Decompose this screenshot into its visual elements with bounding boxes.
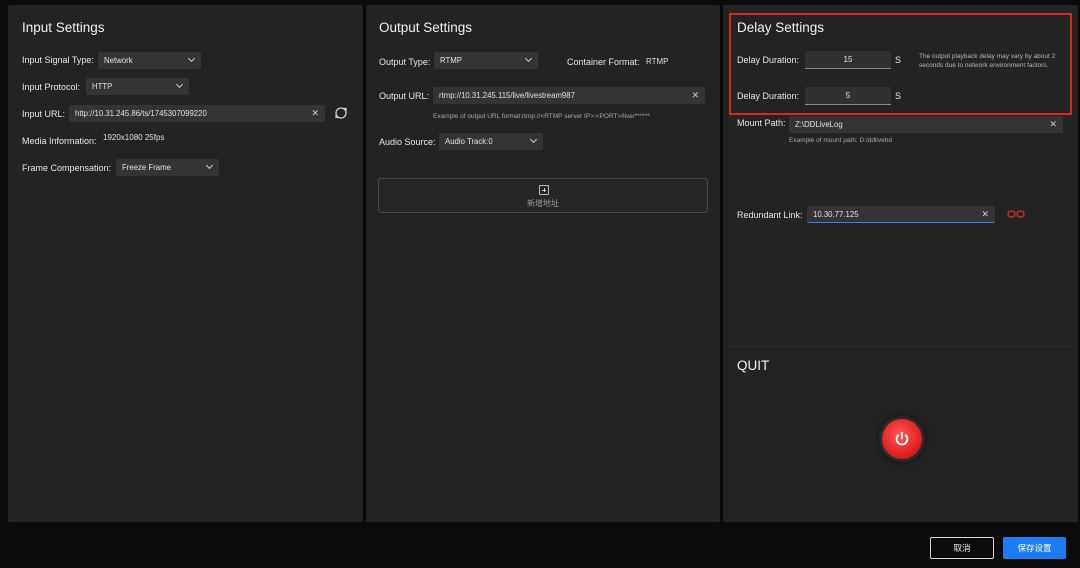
output-url-value: rtmp://10.31.245.115/live/livestream987: [439, 91, 575, 100]
frame-compensation-label: Frame Compensation:: [22, 163, 112, 173]
input-signal-type-label: Input Signal Type:: [22, 55, 94, 65]
delay-settings-title: Delay Settings: [737, 20, 825, 35]
frame-compensation-select[interactable]: Freeze Frame: [116, 159, 219, 176]
delay-duration-2-label: Delay Duration:: [737, 91, 800, 101]
delay-duration-2-unit: S: [895, 91, 902, 101]
redundant-link-label: Redundant Link:: [737, 210, 803, 220]
delay-duration-input[interactable]: 15: [805, 51, 891, 69]
output-url-label: Output URL:: [379, 91, 430, 101]
close-icon[interactable]: ✕: [311, 105, 319, 122]
output-settings-title: Output Settings: [379, 20, 473, 35]
mount-path-label: Mount Path:: [737, 118, 786, 128]
input-protocol-label: Input Protocol:: [22, 82, 81, 92]
media-information-value: 1920x1080 25fps: [103, 133, 165, 142]
output-type-value: RTMP: [440, 56, 462, 65]
mount-path-value: Z:\DDLiveLog: [795, 120, 843, 129]
quit-title: QUIT: [737, 358, 770, 373]
chevron-down-icon: [524, 54, 533, 63]
output-settings-panel: Output Settings Output Type: RTMP Contai…: [366, 5, 720, 522]
redundant-link-field[interactable]: 10.30.77.125 ✕: [807, 206, 995, 223]
delay-settings-panel: Delay Settings Delay Duration: 15 S The …: [723, 5, 1078, 522]
output-type-label: Output Type:: [379, 57, 431, 67]
input-url-value: http://10.31.245.86/ts/1745307099220: [75, 109, 207, 118]
section-divider: [729, 346, 1072, 347]
input-signal-type-select[interactable]: Network: [98, 52, 201, 69]
audio-source-label: Audio Source:: [379, 137, 436, 147]
media-information-label: Media Information:: [22, 136, 97, 146]
chevron-down-icon: [205, 161, 214, 170]
refresh-icon[interactable]: [334, 106, 348, 120]
input-settings-title: Input Settings: [22, 20, 105, 35]
mount-path-field[interactable]: Z:\DDLiveLog ✕: [789, 116, 1063, 133]
broken-link-icon[interactable]: [1007, 209, 1025, 219]
delay-duration-2-input[interactable]: 5: [805, 87, 891, 105]
delay-duration-label: Delay Duration:: [737, 55, 800, 65]
cancel-button[interactable]: 取消: [930, 537, 994, 559]
input-url-field[interactable]: http://10.31.245.86/ts/1745307099220 ✕: [69, 105, 325, 122]
output-type-select[interactable]: RTMP: [434, 52, 538, 69]
power-button-face: [882, 419, 922, 459]
container-format-value: RTMP: [646, 57, 669, 66]
close-icon[interactable]: ✕: [981, 206, 989, 222]
output-url-field[interactable]: rtmp://10.31.245.115/live/livestream987 …: [433, 87, 705, 104]
close-icon[interactable]: ✕: [1049, 116, 1057, 133]
output-url-hint: Example of output URL format:rtmp://<RTM…: [433, 113, 650, 120]
delay-note: The output playback delay may vary by ab…: [919, 53, 1056, 69]
audio-source-select[interactable]: Audio Track:0: [439, 133, 543, 150]
power-icon: [895, 431, 909, 446]
add-address-button[interactable]: 新增地址: [378, 178, 708, 213]
chevron-down-icon: [175, 80, 184, 89]
input-url-label: Input URL:: [22, 109, 66, 119]
input-signal-type-value: Network: [104, 56, 133, 65]
save-settings-button[interactable]: 保存设置: [1003, 537, 1066, 559]
power-button[interactable]: [879, 416, 925, 462]
chevron-down-icon: [187, 54, 196, 63]
frame-compensation-value: Freeze Frame: [122, 163, 171, 172]
add-square-icon: [539, 185, 549, 195]
input-settings-panel: Input Settings Input Signal Type: Networ…: [8, 5, 363, 522]
chevron-down-icon: [529, 135, 538, 144]
delay-duration-unit: S: [895, 55, 902, 65]
input-protocol-select[interactable]: HTTP: [86, 78, 189, 95]
mount-path-hint: Example of mount path: D:/ddlivehd: [789, 137, 892, 144]
container-format-label: Container Format:: [567, 57, 640, 67]
audio-source-value: Audio Track:0: [445, 137, 493, 146]
add-address-label: 新增地址: [527, 199, 559, 208]
redundant-link-value: 10.30.77.125: [813, 210, 859, 219]
input-protocol-value: HTTP: [92, 82, 113, 91]
close-icon[interactable]: ✕: [691, 87, 699, 104]
